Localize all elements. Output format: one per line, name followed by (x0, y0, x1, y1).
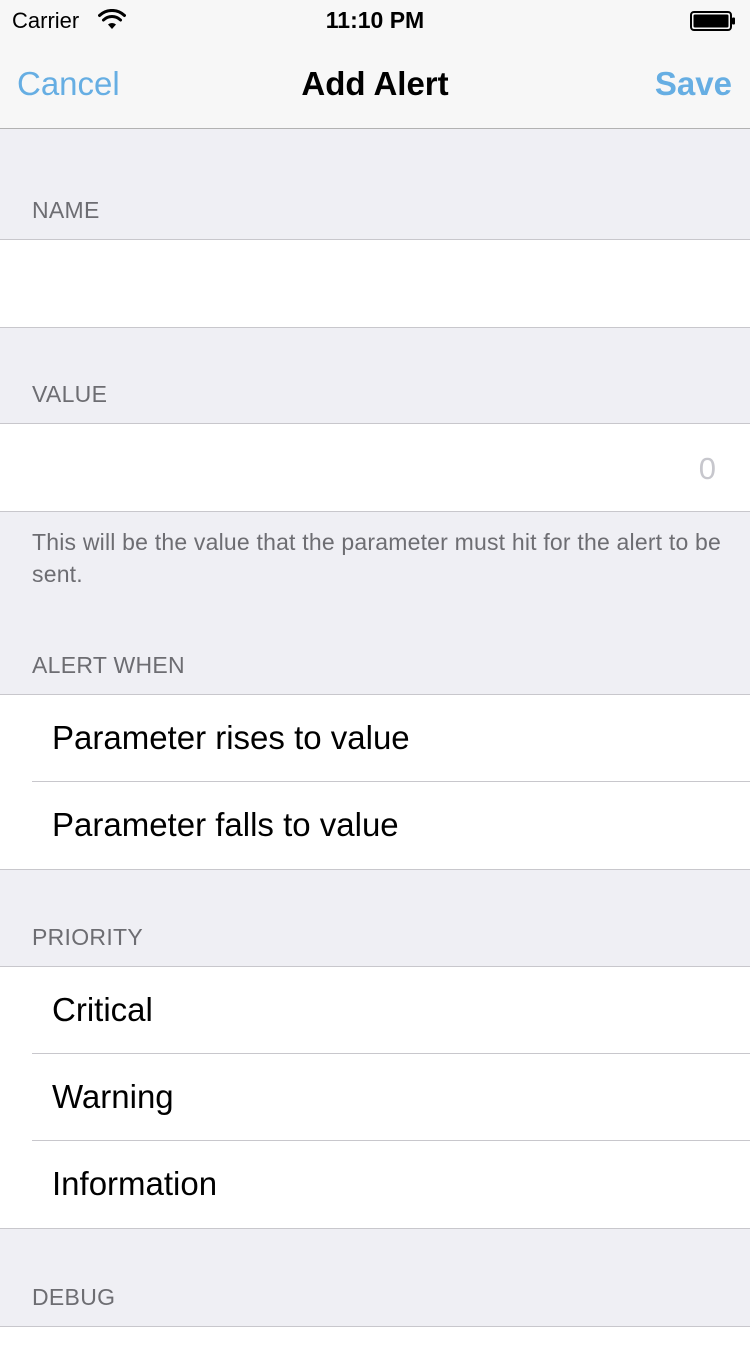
value-cell[interactable] (0, 424, 750, 513)
option-warning[interactable]: Warning (0, 1053, 750, 1141)
save-button[interactable]: Save (655, 65, 732, 103)
option-label: Parameter falls to value (52, 806, 399, 843)
option-label: Parameter rises to value (52, 719, 410, 756)
name-field[interactable] (32, 240, 718, 329)
section-header-priority: PRIORITY (32, 924, 144, 950)
section-header-alert-when: ALERT WHEN (32, 652, 185, 678)
option-label: Warning (52, 1078, 174, 1115)
section-header-name: NAME (32, 197, 100, 223)
status-bar: Carrier 11:10 PM (0, 0, 750, 40)
status-time: 11:10 PM (325, 7, 425, 33)
option-parameter-rises[interactable]: Parameter rises to value (0, 695, 750, 782)
option-critical[interactable]: Critical (0, 967, 750, 1054)
alert-when-group: Parameter rises to value Parameter falls… (0, 694, 750, 870)
priority-group: Critical Warning Information (0, 966, 750, 1229)
name-cell[interactable] (0, 240, 750, 329)
debug-group (0, 1326, 750, 1347)
name-group (0, 239, 750, 329)
option-parameter-falls[interactable]: Parameter falls to value (0, 781, 750, 869)
battery-icon (690, 11, 735, 31)
value-group (0, 423, 750, 513)
page-title: Add Alert (301, 65, 449, 102)
option-label: Critical (52, 991, 153, 1028)
value-field[interactable] (32, 424, 718, 513)
option-information[interactable]: Information (0, 1140, 750, 1228)
option-label: Information (52, 1165, 218, 1202)
navigation-bar: Cancel Add Alert Save (0, 40, 750, 129)
section-header-debug: DEBUG (32, 1284, 116, 1310)
section-header-value: VALUE (32, 381, 108, 407)
value-footer-note: This will be the value that the paramete… (32, 529, 722, 587)
